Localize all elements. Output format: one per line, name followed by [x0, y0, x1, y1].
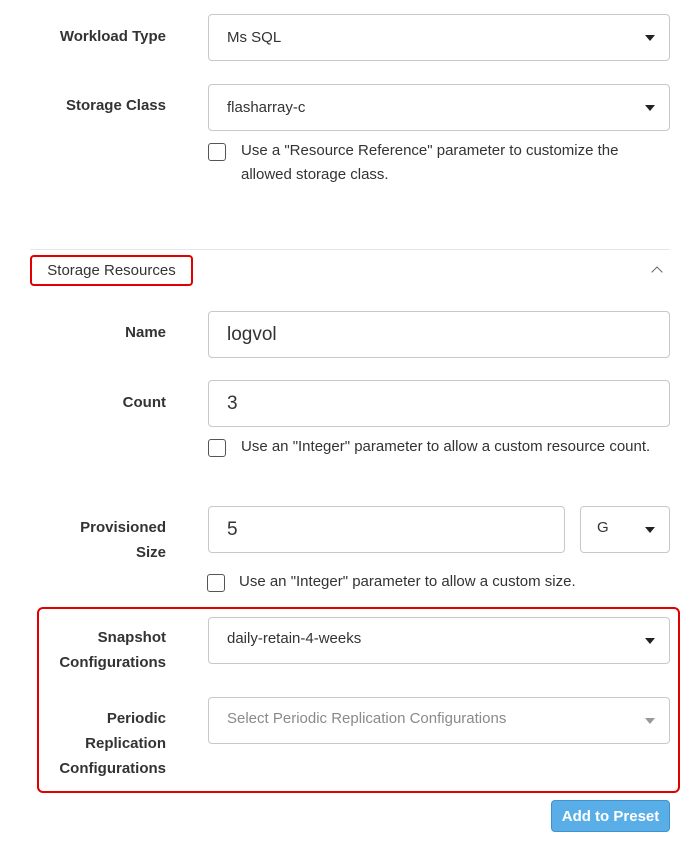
- resource-reference-checkbox-label: Use a "Resource Reference" parameter to …: [241, 142, 619, 183]
- replication-label-line1: Periodic: [106, 710, 166, 727]
- count-input[interactable]: 3: [208, 380, 670, 427]
- name-value: logvol: [227, 323, 277, 345]
- chevron-down-icon: [645, 526, 655, 533]
- chevron-down-icon: [645, 637, 655, 644]
- provisioned-size-label-line1: Provisioned: [80, 519, 166, 536]
- size-unit-value: G: [597, 519, 609, 536]
- count-value: 3: [227, 392, 238, 414]
- size-unit-select[interactable]: G: [580, 506, 670, 553]
- storage-class-select[interactable]: flasharray-c: [208, 84, 670, 131]
- custom-size-checkbox[interactable]: [207, 574, 225, 592]
- count-label: Count: [122, 394, 166, 411]
- section-divider: [30, 249, 670, 250]
- replication-label-line2: Replication: [85, 735, 166, 752]
- storage-resources-header[interactable]: Storage Resources: [30, 255, 193, 286]
- workload-type-label: Workload Type: [59, 28, 166, 45]
- add-to-preset-button[interactable]: Add to Preset: [551, 800, 670, 832]
- chevron-up-icon[interactable]: [651, 266, 663, 278]
- custom-count-checkbox-label: Use an "Integer" parameter to allow a cu…: [241, 438, 651, 455]
- snapshot-label-line1: Snapshot: [97, 629, 166, 646]
- chevron-down-icon: [645, 104, 655, 111]
- snapshot-config-value: daily-retain-4-weeks: [227, 630, 362, 647]
- name-input[interactable]: logvol: [208, 311, 670, 358]
- workload-type-value: Ms SQL: [227, 29, 282, 46]
- replication-label-line3: Configurations: [59, 760, 166, 777]
- provisioned-size-input[interactable]: 5: [208, 506, 565, 553]
- resource-reference-checkbox[interactable]: [208, 143, 226, 161]
- custom-size-checkbox-label: Use an "Integer" parameter to allow a cu…: [239, 573, 576, 590]
- name-label: Name: [125, 324, 166, 341]
- storage-class-label: Storage Class: [65, 97, 166, 114]
- workload-type-select[interactable]: Ms SQL: [208, 14, 670, 61]
- storage-resources-title: Storage Resources: [47, 262, 176, 279]
- replication-config-select[interactable]: Select Periodic Replication Configuratio…: [208, 697, 670, 744]
- custom-count-checkbox[interactable]: [208, 439, 226, 457]
- storage-class-value: flasharray-c: [227, 99, 306, 116]
- snapshot-config-select[interactable]: daily-retain-4-weeks: [208, 617, 670, 664]
- snapshot-label-line2: Configurations: [59, 654, 166, 671]
- provisioned-size-label-line2: Size: [135, 544, 166, 561]
- replication-config-placeholder: Select Periodic Replication Configuratio…: [227, 710, 507, 727]
- chevron-down-icon: [645, 34, 655, 41]
- provisioned-size-value: 5: [227, 518, 238, 540]
- chevron-down-icon: [645, 717, 655, 724]
